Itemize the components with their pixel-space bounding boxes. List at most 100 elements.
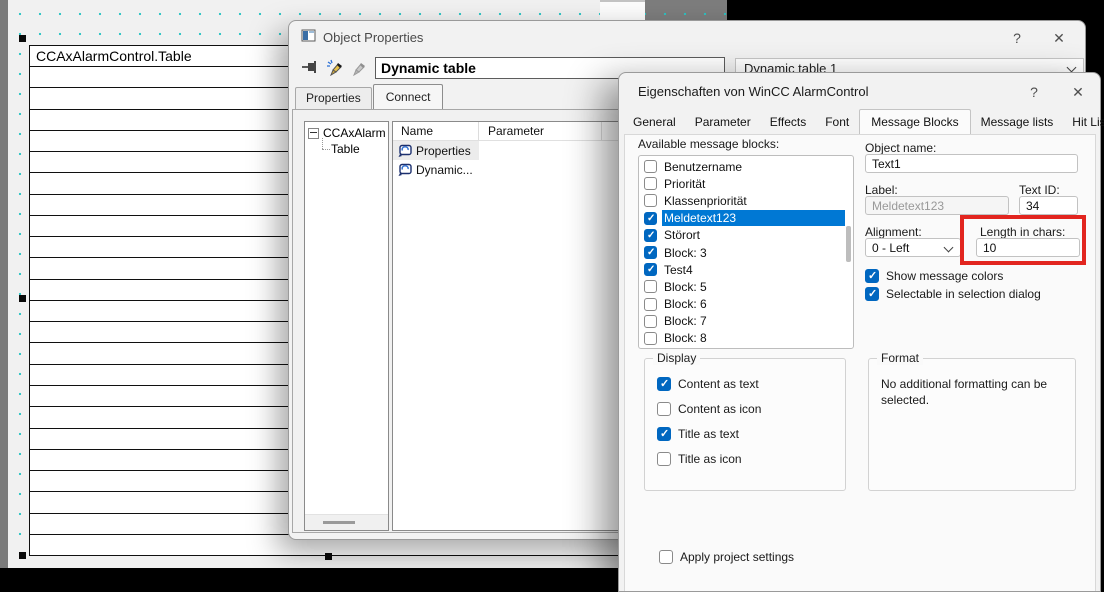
- tab-general[interactable]: General: [624, 112, 685, 134]
- close-button[interactable]: ✕: [1047, 27, 1071, 49]
- message-block-label: Klassenpriorität: [662, 193, 845, 209]
- text-id-label: Text ID:: [1019, 183, 1060, 197]
- display-option-row[interactable]: Title as text: [657, 427, 761, 441]
- message-block-item[interactable]: Block: 7: [639, 313, 853, 330]
- background-canvas-fragment: [645, 0, 727, 20]
- tab-effects[interactable]: Effects: [761, 112, 815, 134]
- object-name-field[interactable]: Text1: [865, 154, 1078, 173]
- display-option-label: Title as text: [678, 427, 739, 441]
- message-block-item[interactable]: Block: 8: [639, 330, 853, 347]
- selection-handle-bottom-left[interactable]: [19, 552, 26, 559]
- apply-project-settings-checkbox[interactable]: [659, 550, 673, 564]
- message-block-checkbox[interactable]: [644, 263, 657, 276]
- message-block-checkbox[interactable]: [644, 160, 657, 173]
- tree-node-root[interactable]: CCAxAlarmControl: [308, 126, 388, 140]
- selection-handle-bottom-mid[interactable]: [325, 553, 332, 560]
- message-block-checkbox[interactable]: [644, 194, 657, 207]
- selection-handle-mid-left[interactable]: [19, 295, 26, 302]
- window-edge-strip: [0, 0, 8, 568]
- message-block-item[interactable]: Benutzername: [639, 158, 853, 175]
- alarmcontrol-properties-dialog: Eigenschaften von WinCC AlarmControl ? ✕…: [618, 72, 1101, 592]
- show-message-colors-row[interactable]: Show message colors: [865, 269, 1003, 283]
- message-block-label: Meldetext123: [662, 210, 845, 226]
- dynamic-dialog-icon: [397, 144, 412, 158]
- message-block-checkbox[interactable]: [644, 212, 657, 225]
- message-block-item[interactable]: Priorität: [639, 175, 853, 192]
- dynamic-dialog-icon: [397, 163, 412, 177]
- selectable-dialog-checkbox[interactable]: [865, 287, 879, 301]
- show-message-colors-label: Show message colors: [886, 269, 1003, 283]
- selection-handle-top-left[interactable]: [19, 35, 26, 42]
- pin-icon[interactable]: [301, 59, 321, 75]
- selectable-dialog-row[interactable]: Selectable in selection dialog: [865, 287, 1041, 301]
- message-block-item[interactable]: Block: 5: [639, 278, 853, 295]
- tab-font[interactable]: Font: [816, 112, 858, 134]
- message-block-label: Benutzername: [662, 159, 845, 175]
- column-header-parameter[interactable]: Parameter: [488, 124, 544, 138]
- object-tree-panel[interactable]: CCAxAlarmControl Table: [304, 121, 389, 531]
- tree-horizontal-scrollbar[interactable]: [305, 514, 388, 530]
- message-block-checkbox[interactable]: [644, 280, 657, 293]
- display-option-row[interactable]: Content as text: [657, 377, 761, 391]
- text-id-field[interactable]: 34: [1019, 196, 1078, 215]
- message-block-item[interactable]: Test4: [639, 261, 853, 278]
- available-blocks-label: Available message blocks:: [638, 137, 779, 151]
- tab-connect[interactable]: Connect: [373, 84, 444, 109]
- format-group-title: Format: [877, 351, 923, 365]
- help-button[interactable]: ?: [1022, 81, 1046, 103]
- listbox-scrollbar-thumb[interactable]: [846, 226, 851, 262]
- column-divider[interactable]: [601, 122, 602, 140]
- help-button[interactable]: ?: [1005, 27, 1029, 49]
- list-item[interactable]: Dynamic...: [393, 160, 481, 179]
- display-option-label: Content as text: [678, 377, 759, 391]
- close-button[interactable]: ✕: [1066, 81, 1090, 103]
- apply-project-settings-label: Apply project settings: [680, 550, 794, 564]
- scrollbar-thumb[interactable]: [323, 521, 355, 524]
- tree-collapse-icon[interactable]: [308, 128, 319, 139]
- message-blocks-listbox[interactable]: BenutzernamePrioritätKlassenprioritätMel…: [638, 155, 854, 349]
- red-highlight-annotation: [960, 215, 1086, 265]
- display-option-checkbox[interactable]: [657, 427, 671, 441]
- tab-properties[interactable]: Properties: [295, 87, 372, 109]
- tree-node-table[interactable]: Table: [319, 142, 388, 156]
- message-block-label: Block: 8: [662, 330, 845, 346]
- column-divider[interactable]: [478, 122, 479, 140]
- message-block-checkbox[interactable]: [644, 332, 657, 345]
- chevron-down-icon: [944, 243, 954, 253]
- label-field: Meldetext123: [865, 196, 1009, 215]
- apply-project-settings-row[interactable]: Apply project settings: [659, 550, 794, 564]
- message-block-item[interactable]: Block: 3: [639, 244, 853, 261]
- display-option-checkbox[interactable]: [657, 402, 671, 416]
- message-block-checkbox[interactable]: [644, 177, 657, 190]
- message-block-item[interactable]: Klassenpriorität: [639, 192, 853, 209]
- listbox-items: BenutzernamePrioritätKlassenprioritätMel…: [639, 158, 853, 347]
- message-block-label: Störort: [662, 227, 845, 243]
- tree-root-label: CCAxAlarmControl: [323, 126, 385, 140]
- display-group: Display Content as textContent as iconTi…: [644, 358, 846, 491]
- display-options: Content as text Content as icon Title as t…: [657, 377, 761, 466]
- alignment-combo[interactable]: 0 - Left: [865, 238, 961, 257]
- tab-hit-list[interactable]: Hit List: [1063, 112, 1104, 134]
- message-block-checkbox[interactable]: [644, 298, 657, 311]
- display-option-row[interactable]: Content as icon: [657, 402, 761, 416]
- column-header-name[interactable]: Name: [401, 124, 433, 138]
- message-block-item[interactable]: Meldetext123: [639, 210, 853, 227]
- message-block-checkbox[interactable]: [644, 246, 657, 259]
- alignment-value: 0 - Left: [872, 241, 909, 255]
- tab-message-lists[interactable]: Message lists: [972, 112, 1063, 134]
- show-message-colors-checkbox[interactable]: [865, 269, 879, 283]
- alignment-label: Alignment:: [865, 225, 922, 239]
- display-option-label: Content as icon: [678, 402, 761, 416]
- dynamic-wizard-pen-icon[interactable]: [326, 59, 344, 76]
- tab-message-blocks[interactable]: Message Blocks: [859, 109, 970, 135]
- display-option-checkbox[interactable]: [657, 452, 671, 466]
- list-item[interactable]: Properties: [393, 141, 479, 160]
- message-block-label: Block: 3: [662, 245, 845, 261]
- tab-parameter[interactable]: Parameter: [686, 112, 760, 134]
- display-option-checkbox[interactable]: [657, 377, 671, 391]
- message-block-item[interactable]: Störort: [639, 227, 853, 244]
- message-block-checkbox[interactable]: [644, 229, 657, 242]
- display-option-row[interactable]: Title as icon: [657, 452, 761, 466]
- message-block-item[interactable]: Block: 6: [639, 296, 853, 313]
- message-block-checkbox[interactable]: [644, 315, 657, 328]
